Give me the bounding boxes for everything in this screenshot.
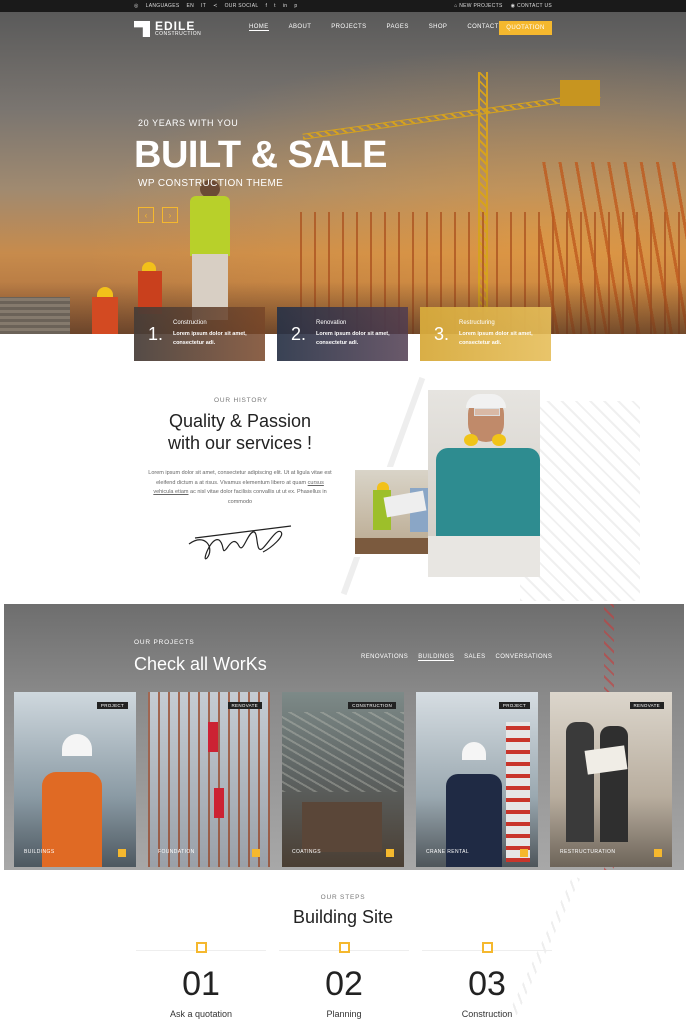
feature-number: 2.: [291, 323, 307, 344]
filter-renovations[interactable]: RENOVATIONS: [361, 654, 408, 661]
filter-conversations[interactable]: CONVERSATIONS: [496, 654, 553, 661]
card-square-icon: [654, 849, 662, 857]
step-number: 01: [182, 965, 220, 1003]
card-tag: PROJECT: [96, 702, 128, 709]
filter-buildings[interactable]: BUILDINGS: [418, 654, 455, 661]
pin-icon: ◉: [510, 3, 516, 9]
linkedin-icon[interactable]: in: [283, 3, 288, 9]
card-caption: FOUNDATION: [158, 849, 195, 855]
filter-sales[interactable]: SALES: [464, 654, 485, 661]
lang-en-link[interactable]: EN: [187, 3, 195, 9]
card-caption: RESTRUCTURATION: [560, 849, 616, 855]
main-nav: HOME ABOUT PROJECTS PAGES SHOP CONTACT: [249, 24, 499, 31]
feature-title: Renovation: [316, 320, 347, 326]
project-filters: RENOVATIONS BUILDINGS SALES CONVERSATION…: [361, 654, 552, 661]
step-number: 03: [468, 965, 506, 1003]
feature-desc: Lorem ipsum dolor sit amet, consectetur …: [173, 331, 247, 346]
feature-number: 3.: [434, 323, 450, 344]
top-bar: ◎ LANGUAGES EN IT ≺ OUR SOCIAL f t in p …: [0, 0, 686, 12]
feature-number: 1.: [148, 323, 164, 344]
history-title: Quality & Passion with our services !: [167, 411, 313, 453]
nav-contact[interactable]: CONTACT: [467, 24, 498, 31]
share-icon: ≺: [213, 3, 218, 9]
step-item: 03 Construction: [422, 942, 552, 1019]
logo-icon: [134, 21, 150, 37]
card-caption: BUILDINGS: [24, 849, 55, 855]
worker-graphic: [180, 180, 240, 320]
project-card[interactable]: PROJECT BUILDINGS: [14, 692, 136, 867]
signature-image: [188, 525, 292, 560]
card-tag: CONSTRUCTION: [348, 702, 396, 709]
nav-about[interactable]: ABOUT: [289, 24, 312, 31]
card-square-icon: [252, 849, 260, 857]
slider-prev-button[interactable]: ‹: [138, 207, 154, 223]
card-tag: RENOVATE: [227, 702, 262, 709]
step-square-icon: [481, 942, 493, 953]
step-label: Planning: [326, 1009, 362, 1019]
card-square-icon: [118, 849, 126, 857]
feature-card-construction[interactable]: 1. Construction Lorem ipsum dolor sit ame…: [134, 307, 265, 361]
quotation-button[interactable]: QUOTATION: [499, 21, 552, 35]
globe-icon: ◎: [134, 3, 139, 9]
slider-next-button[interactable]: ›: [162, 207, 178, 223]
hero-tagline: WP CONSTRUCTION THEME: [138, 178, 284, 189]
step-square-icon: [338, 942, 350, 953]
card-caption: COATINGS: [292, 849, 321, 855]
social-label: OUR SOCIAL: [224, 3, 259, 9]
step-label: Ask a quotation: [169, 1009, 233, 1019]
photo-engineer: [428, 390, 540, 577]
project-card[interactable]: PROJECT CRANE RENTAL: [416, 692, 538, 867]
lang-it-link[interactable]: IT: [201, 3, 206, 9]
home-icon: ⌂: [454, 3, 458, 9]
step-number: 02: [325, 965, 363, 1003]
project-card[interactable]: RENOVATE FOUNDATION: [148, 692, 270, 867]
pinterest-icon[interactable]: p: [294, 3, 297, 9]
nav-shop[interactable]: SHOP: [429, 24, 448, 31]
feature-desc: Lorem ipsum dolor sit amet, consectetur …: [459, 331, 533, 346]
steps-title: Building Site: [292, 907, 394, 927]
feature-title: Restructuring: [459, 320, 495, 326]
card-square-icon: [386, 849, 394, 857]
feature-card-renovation[interactable]: 2. Renovation Lorem ipsum dolor sit amet,…: [277, 307, 408, 361]
twitter-icon[interactable]: t: [274, 3, 276, 9]
hero-subtitle: 20 YEARS WITH YOU: [138, 118, 239, 128]
history-body: Lorem ipsum dolor sit amet, consectetur …: [148, 470, 332, 505]
feature-title: Construction: [173, 320, 207, 326]
step-label: Construction: [461, 1009, 513, 1019]
hero-title: BUILT & SALE: [134, 134, 387, 176]
step-item: 01 Ask a quotation: [136, 942, 266, 1019]
feature-desc: Lorem ipsum dolor sit amet, consectetur …: [316, 331, 390, 346]
nav-home[interactable]: HOME: [249, 24, 269, 31]
projects-title: Check all WorKs: [134, 654, 267, 674]
history-eyebrow: OUR HISTORY: [214, 397, 268, 404]
new-projects-link[interactable]: ⌂ NEW PROJECTS: [454, 3, 502, 9]
history-section: [0, 361, 686, 605]
card-square-icon: [520, 849, 528, 857]
site-logo[interactable]: EDILE CONSTRUCTION: [134, 19, 202, 37]
feature-card-restructuring[interactable]: 3. Restructuring Lorem ipsum dolor sit am…: [420, 307, 551, 361]
project-card[interactable]: RENOVATE RESTRUCTURATION: [550, 692, 672, 867]
step-square-icon: [195, 942, 207, 953]
step-item: 02 Planning: [279, 942, 409, 1019]
brand-name: EDILE: [155, 19, 196, 33]
contact-us-link[interactable]: ◉ CONTACT US: [511, 3, 552, 9]
card-caption: CRANE RENTAL: [426, 849, 470, 855]
brand-tagline: CONSTRUCTION: [155, 31, 202, 37]
steps-eyebrow: OUR STEPS: [320, 894, 366, 901]
card-tag: RENOVATE: [629, 702, 664, 709]
facebook-icon[interactable]: f: [265, 3, 267, 9]
card-tag: PROJECT: [498, 702, 530, 709]
projects-eyebrow: OUR PROJECTS: [134, 639, 195, 646]
languages-label: LANGUAGES: [145, 3, 180, 9]
nav-projects[interactable]: PROJECTS: [331, 24, 366, 31]
nav-pages[interactable]: PAGES: [387, 24, 409, 31]
project-card[interactable]: CONSTRUCTION COATINGS: [282, 692, 404, 867]
